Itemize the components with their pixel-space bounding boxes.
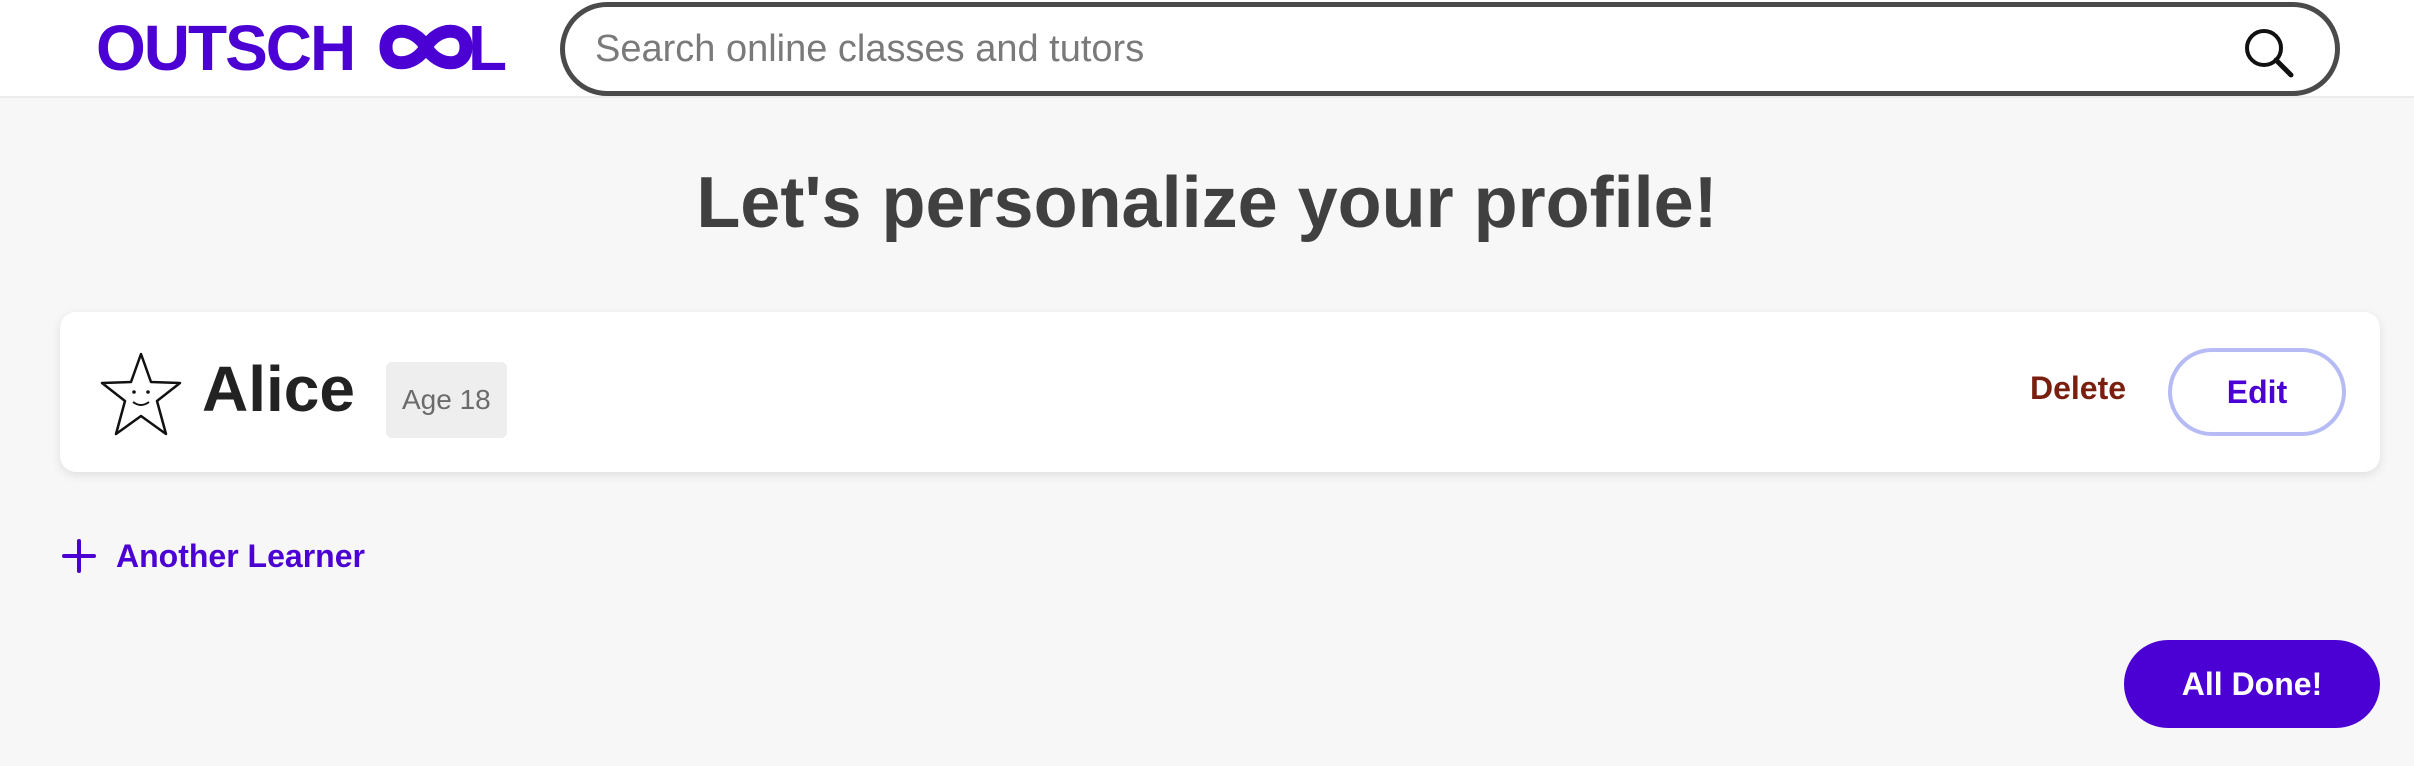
delete-learner-button[interactable]: Delete (2030, 370, 2126, 407)
add-learner-label: Another Learner (116, 537, 365, 574)
learner-name: Alice (202, 353, 355, 425)
star-icon (98, 350, 184, 440)
search-bar (560, 2, 2340, 96)
search-input[interactable] (565, 9, 2165, 89)
plus-icon (62, 539, 96, 573)
search-icon[interactable] (2241, 25, 2297, 81)
svg-text:OUTSCH: OUTSCH (96, 14, 354, 80)
top-navbar: OUTSCH L (0, 0, 2414, 98)
outschool-logo[interactable]: OUTSCH L (96, 14, 511, 80)
all-done-button[interactable]: All Done! (2124, 640, 2380, 728)
age-badge: Age 18 (386, 362, 507, 438)
learner-card: Alice Age 18 Delete Edit (60, 312, 2380, 472)
edit-learner-button[interactable]: Edit (2168, 348, 2346, 436)
page-title: Let's personalize your profile! (696, 163, 1718, 243)
add-learner-button[interactable]: Another Learner (62, 536, 365, 576)
outschool-logo-mark: OUTSCH L (96, 14, 507, 80)
svg-text:L: L (468, 14, 506, 80)
